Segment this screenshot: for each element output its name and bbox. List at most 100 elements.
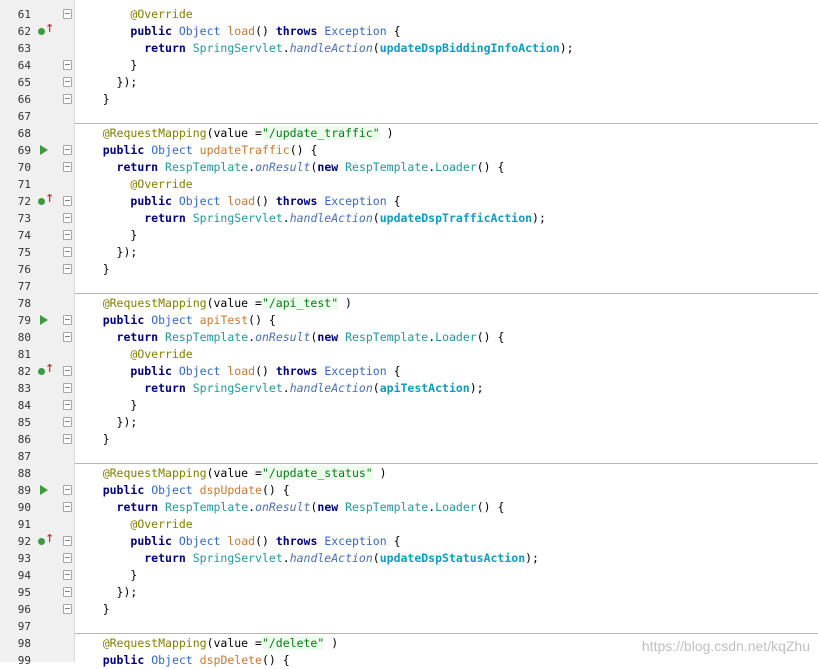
code-line[interactable]: @Override	[75, 6, 818, 23]
line-number[interactable]: 67	[0, 108, 31, 125]
code-line[interactable]: });	[75, 244, 818, 261]
line-number[interactable]: 71	[0, 176, 31, 193]
fold-toggle-icon[interactable]	[63, 604, 72, 614]
fold-toggle-icon[interactable]	[63, 587, 72, 597]
code-line[interactable]: }	[75, 57, 818, 74]
line-number[interactable]: 89	[0, 482, 31, 499]
fold-toggle-icon[interactable]	[63, 162, 72, 172]
fold-toggle-icon[interactable]	[63, 536, 72, 546]
line-number[interactable]: 72	[0, 193, 31, 210]
line-number[interactable]: 85	[0, 414, 31, 431]
code-line[interactable]: }	[75, 227, 818, 244]
line-number[interactable]: 96	[0, 601, 31, 618]
fold-toggle-icon[interactable]	[63, 230, 72, 240]
code-line[interactable]: @RequestMapping(value ="/api_test" )	[75, 295, 818, 312]
line-number[interactable]: 84	[0, 397, 31, 414]
fold-toggle-icon[interactable]	[63, 196, 72, 206]
code-line[interactable]: return RespTemplate.onResult(new RespTem…	[75, 159, 818, 176]
code-line[interactable]: });	[75, 584, 818, 601]
code-line[interactable]: return RespTemplate.onResult(new RespTem…	[75, 499, 818, 516]
run-icon[interactable]	[40, 485, 48, 495]
code-line[interactable]: public Object load() throws Exception {	[75, 23, 818, 40]
fold-toggle-icon[interactable]	[63, 502, 72, 512]
line-number[interactable]: 87	[0, 448, 31, 465]
fold-toggle-icon[interactable]	[63, 247, 72, 257]
code-line[interactable]: });	[75, 414, 818, 431]
fold-toggle-icon[interactable]	[63, 94, 72, 104]
code-line[interactable]: return SpringServlet.handleAction(update…	[75, 210, 818, 227]
line-number[interactable]: 68	[0, 125, 31, 142]
code-line[interactable]: public Object load() throws Exception {	[75, 533, 818, 550]
fold-toggle-icon[interactable]	[63, 366, 72, 376]
line-number[interactable]: 63	[0, 40, 31, 57]
run-icon[interactable]	[40, 145, 48, 155]
line-number[interactable]: 62	[0, 23, 31, 40]
fold-toggle-icon[interactable]	[63, 145, 72, 155]
code-line[interactable]: return SpringServlet.handleAction(apiTes…	[75, 380, 818, 397]
fold-toggle-icon[interactable]	[63, 213, 72, 223]
line-number[interactable]: 74	[0, 227, 31, 244]
fold-toggle-icon[interactable]	[63, 9, 72, 19]
code-line[interactable]: @Override	[75, 346, 818, 363]
fold-toggle-icon[interactable]	[63, 60, 72, 70]
line-number[interactable]: 81	[0, 346, 31, 363]
code-line[interactable]: public Object updateTraffic() {	[75, 142, 818, 159]
code-line[interactable]: }	[75, 567, 818, 584]
line-number[interactable]: 76	[0, 261, 31, 278]
fold-toggle-icon[interactable]	[63, 332, 72, 342]
line-number[interactable]: 73	[0, 210, 31, 227]
code-line[interactable]: public Object load() throws Exception {	[75, 193, 818, 210]
line-number[interactable]: 90	[0, 499, 31, 516]
line-number[interactable]: 77	[0, 278, 31, 295]
fold-toggle-icon[interactable]	[63, 264, 72, 274]
fold-toggle-icon[interactable]	[63, 383, 72, 393]
code-line[interactable]: }	[75, 601, 818, 618]
fold-toggle-icon[interactable]	[63, 417, 72, 427]
code-line[interactable]: public Object load() throws Exception {	[75, 363, 818, 380]
code-line[interactable]: public Object dspUpdate() {	[75, 482, 818, 499]
line-number[interactable]: 95	[0, 584, 31, 601]
line-number[interactable]: 70	[0, 159, 31, 176]
fold-toggle-icon[interactable]	[63, 570, 72, 580]
line-number[interactable]: 93	[0, 550, 31, 567]
line-number[interactable]: 94	[0, 567, 31, 584]
code-line[interactable]: }	[75, 261, 818, 278]
code-line[interactable]: return SpringServlet.handleAction(update…	[75, 550, 818, 567]
line-number[interactable]: 82	[0, 363, 31, 380]
line-number[interactable]: 99	[0, 652, 31, 669]
fold-toggle-icon[interactable]	[63, 553, 72, 563]
code-line[interactable]: @RequestMapping(value ="/update_status" …	[75, 465, 818, 482]
override-method-icon[interactable]: ↑	[38, 532, 54, 548]
fold-toggle-icon[interactable]	[63, 77, 72, 87]
line-number[interactable]: 83	[0, 380, 31, 397]
fold-toggle-icon[interactable]	[63, 434, 72, 444]
code-line[interactable]: return SpringServlet.handleAction(update…	[75, 40, 818, 57]
code-line[interactable]: });	[75, 74, 818, 91]
line-number[interactable]: 91	[0, 516, 31, 533]
line-number[interactable]: 92	[0, 533, 31, 550]
override-method-icon[interactable]: ↑	[38, 192, 54, 208]
line-number[interactable]: 97	[0, 618, 31, 635]
code-line[interactable]: }	[75, 397, 818, 414]
fold-toggle-icon[interactable]	[63, 400, 72, 410]
code-line[interactable]: return RespTemplate.onResult(new RespTem…	[75, 329, 818, 346]
code-line[interactable]: public Object dspDelete() {	[75, 652, 818, 669]
line-number[interactable]: 98	[0, 635, 31, 652]
code-line[interactable]: public Object apiTest() {	[75, 312, 818, 329]
line-number[interactable]: 78	[0, 295, 31, 312]
code-editor[interactable]: @Override public Object load() throws Ex…	[75, 0, 818, 667]
line-number[interactable]: 80	[0, 329, 31, 346]
line-number[interactable]: 88	[0, 465, 31, 482]
override-method-icon[interactable]: ↑	[38, 362, 54, 378]
line-number[interactable]: 64	[0, 57, 31, 74]
fold-toggle-icon[interactable]	[63, 485, 72, 495]
code-line[interactable]: @Override	[75, 516, 818, 533]
line-number[interactable]: 61	[0, 6, 31, 23]
line-number[interactable]: 65	[0, 74, 31, 91]
override-method-icon[interactable]: ↑	[38, 22, 54, 38]
line-number[interactable]: 66	[0, 91, 31, 108]
code-line[interactable]: }	[75, 431, 818, 448]
line-number[interactable]: 86	[0, 431, 31, 448]
fold-toggle-icon[interactable]	[63, 315, 72, 325]
line-number[interactable]: 69	[0, 142, 31, 159]
